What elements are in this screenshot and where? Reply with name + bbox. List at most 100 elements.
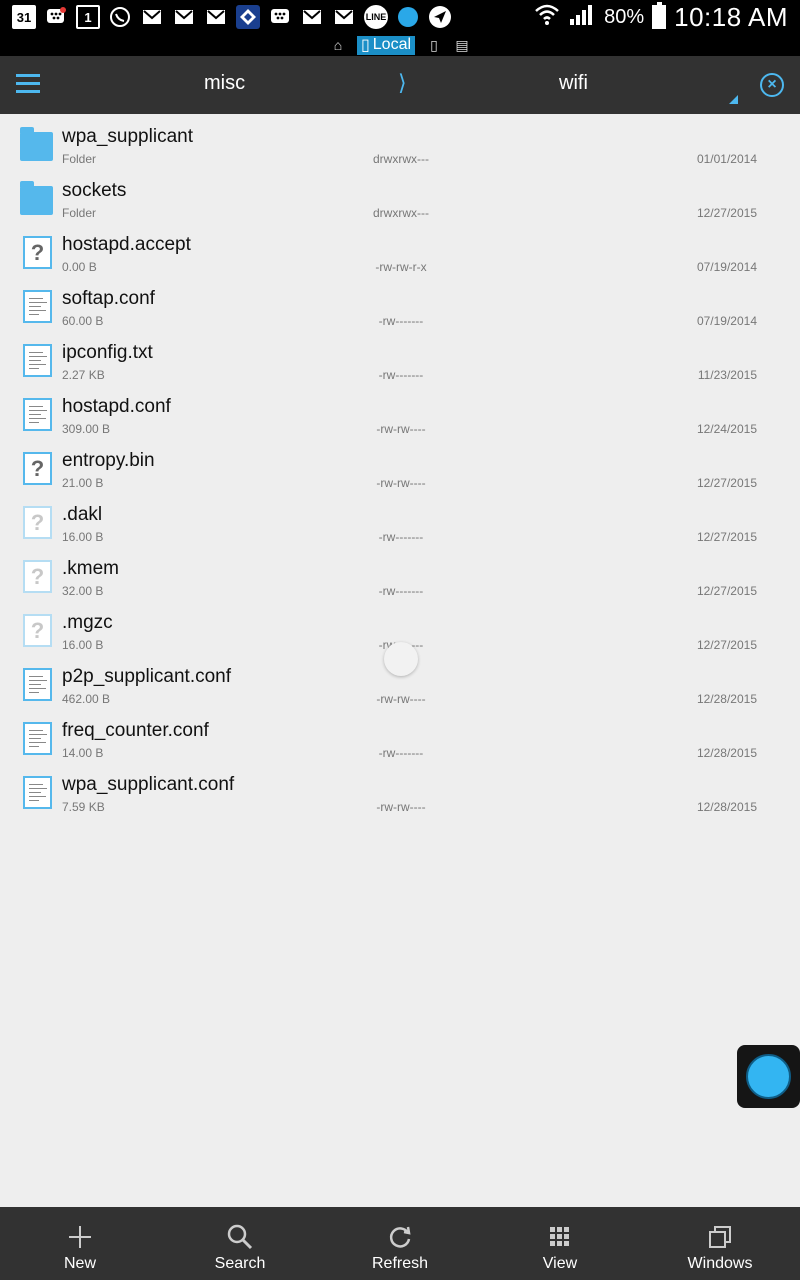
network-icon[interactable]: ▤ (453, 37, 471, 54)
file-row[interactable]: ? hostapd.accept 0.00 B -rw-rw-r-x 07/19/201… (0, 226, 800, 280)
file-name: hostapd.accept (62, 234, 191, 255)
text-file-icon (23, 668, 52, 701)
file-row[interactable]: wpa_supplicant Folder drwxrwx--- 01/01/2014 (0, 118, 800, 172)
bottom-toolbar: New Search Refresh View Windows (0, 1207, 800, 1280)
file-row[interactable]: ? .kmem 32.00 B -rw------- 12/27/2015 (0, 550, 800, 604)
bbm-notification-icon (44, 5, 68, 29)
home-icon[interactable]: ⌂ (329, 37, 347, 53)
file-row[interactable]: freq_counter.conf 14.00 B -rw------- 12/28/… (0, 712, 800, 766)
windows-icon (640, 1223, 800, 1256)
file-name: .kmem (62, 558, 119, 579)
file-name: freq_counter.conf (62, 720, 209, 741)
text-file-icon (23, 776, 52, 809)
telegram-icon (428, 5, 452, 29)
new-button[interactable]: New (0, 1207, 160, 1280)
file-size: 60.00 B (62, 314, 104, 328)
refresh-icon (320, 1223, 480, 1256)
file-date: 01/01/2014 (696, 152, 757, 166)
file-row[interactable]: softap.conf 60.00 B -rw------- 07/19/2014 (0, 280, 800, 334)
file-size: 462.00 B (62, 692, 111, 706)
gmail-icon (300, 5, 324, 29)
line-icon: LINE (364, 5, 388, 29)
file-date: 07/19/2014 (696, 314, 757, 328)
gmail-icon (204, 5, 228, 29)
windows-label: Windows (687, 1255, 753, 1272)
file-date: 11/23/2015 (697, 368, 757, 382)
path-toolbar: misc ⟩ wifi × (0, 56, 800, 114)
calendar-1-icon: 1 (76, 5, 100, 29)
file-name: p2p_supplicant.conf (62, 666, 232, 687)
file-name: wpa_supplicant.conf (62, 774, 235, 795)
search-button[interactable]: Search (160, 1207, 320, 1280)
clock: 10:18 AM (674, 1, 788, 32)
file-permissions: -rw-rw---- (376, 692, 426, 706)
breadcrumb-misc[interactable]: misc (204, 72, 245, 95)
phone-icon: ▯ (360, 37, 370, 54)
file-name: sockets (62, 180, 127, 201)
whatsapp-icon (108, 5, 132, 29)
loading-spinner (384, 642, 418, 676)
breadcrumb-separator: ⟩ (398, 70, 407, 95)
file-date: 12/27/2015 (696, 638, 757, 652)
file-permissions: drwxrwx--- (373, 152, 429, 166)
file-date: 12/24/2015 (696, 422, 757, 436)
windows-button[interactable]: Windows (640, 1207, 800, 1280)
file-date: 12/27/2015 (696, 206, 757, 220)
unknown-file-icon: ? (23, 560, 52, 593)
file-row[interactable]: wpa_supplicant.conf 7.59 KB -rw-rw---- 12/2… (0, 766, 800, 820)
file-size: 7.59 KB (62, 800, 105, 814)
file-date: 12/28/2015 (696, 746, 757, 760)
refresh-button[interactable]: Refresh (320, 1207, 480, 1280)
file-row[interactable]: sockets Folder drwxrwx--- 12/27/2015 (0, 172, 800, 226)
file-name: .mgzc (62, 612, 113, 633)
file-name: hostapd.conf (62, 396, 171, 417)
menu-icon[interactable] (16, 74, 40, 94)
floating-action-bubble[interactable] (737, 1045, 800, 1108)
file-permissions: -rw-rw---- (376, 800, 426, 814)
unknown-file-icon: ? (23, 236, 52, 269)
folder-icon (20, 181, 53, 215)
file-size: 21.00 B (62, 476, 104, 490)
file-row[interactable]: hostapd.conf 309.00 B -rw-rw---- 12/24/2015 (0, 388, 800, 442)
text-file-icon (23, 722, 52, 755)
file-size: 32.00 B (62, 584, 104, 598)
text-file-icon (23, 290, 52, 323)
dropdown-corner-icon[interactable] (729, 95, 738, 104)
file-name: .dakl (62, 504, 103, 525)
file-name: ipconfig.txt (62, 342, 153, 363)
file-size: 2.27 KB (62, 368, 105, 382)
notification-icons: 31 1 LINE (12, 5, 452, 29)
search-icon (160, 1223, 320, 1256)
file-date: 12/28/2015 (696, 692, 757, 706)
file-permissions: -rw-rw---- (376, 476, 426, 490)
file-size: Folder (62, 152, 97, 166)
file-row[interactable]: ? entropy.bin 21.00 B -rw-rw---- 12/27/2015 (0, 442, 800, 496)
file-name: entropy.bin (62, 450, 155, 471)
text-file-icon (23, 344, 52, 377)
file-row[interactable]: ipconfig.txt 2.27 KB -rw------- 11/23/2015 (0, 334, 800, 388)
battery-percent: 80% (604, 5, 645, 28)
file-row[interactable]: ? .dakl 16.00 B -rw------- 12/27/2015 (0, 496, 800, 550)
file-permissions: -rw------- (378, 314, 424, 328)
view-button[interactable]: View (480, 1207, 640, 1280)
file-size: 16.00 B (62, 530, 104, 544)
breadcrumb-wifi[interactable]: wifi (559, 72, 588, 95)
local-label: Local (372, 36, 412, 53)
bbm-icon (268, 5, 292, 29)
file-size: 16.00 B (62, 638, 104, 652)
file-permissions: -rw------- (378, 368, 424, 382)
calendar-31-icon: 31 (12, 5, 36, 29)
file-permissions: -rw------- (378, 746, 424, 760)
local-storage-tab[interactable]: ▯ Local (356, 35, 416, 55)
file-date: 12/27/2015 (696, 530, 757, 544)
app-diamond-icon (236, 5, 260, 29)
file-permissions: -rw------- (378, 584, 424, 598)
gmail-icon (140, 5, 164, 29)
unknown-file-icon: ? (23, 452, 52, 485)
device-icon[interactable]: ▯ (425, 37, 443, 54)
folder-icon (20, 127, 53, 161)
close-icon[interactable]: × (760, 73, 784, 97)
file-name: wpa_supplicant (62, 126, 193, 147)
file-permissions: drwxrwx--- (373, 206, 429, 220)
file-size: 14.00 B (62, 746, 104, 760)
